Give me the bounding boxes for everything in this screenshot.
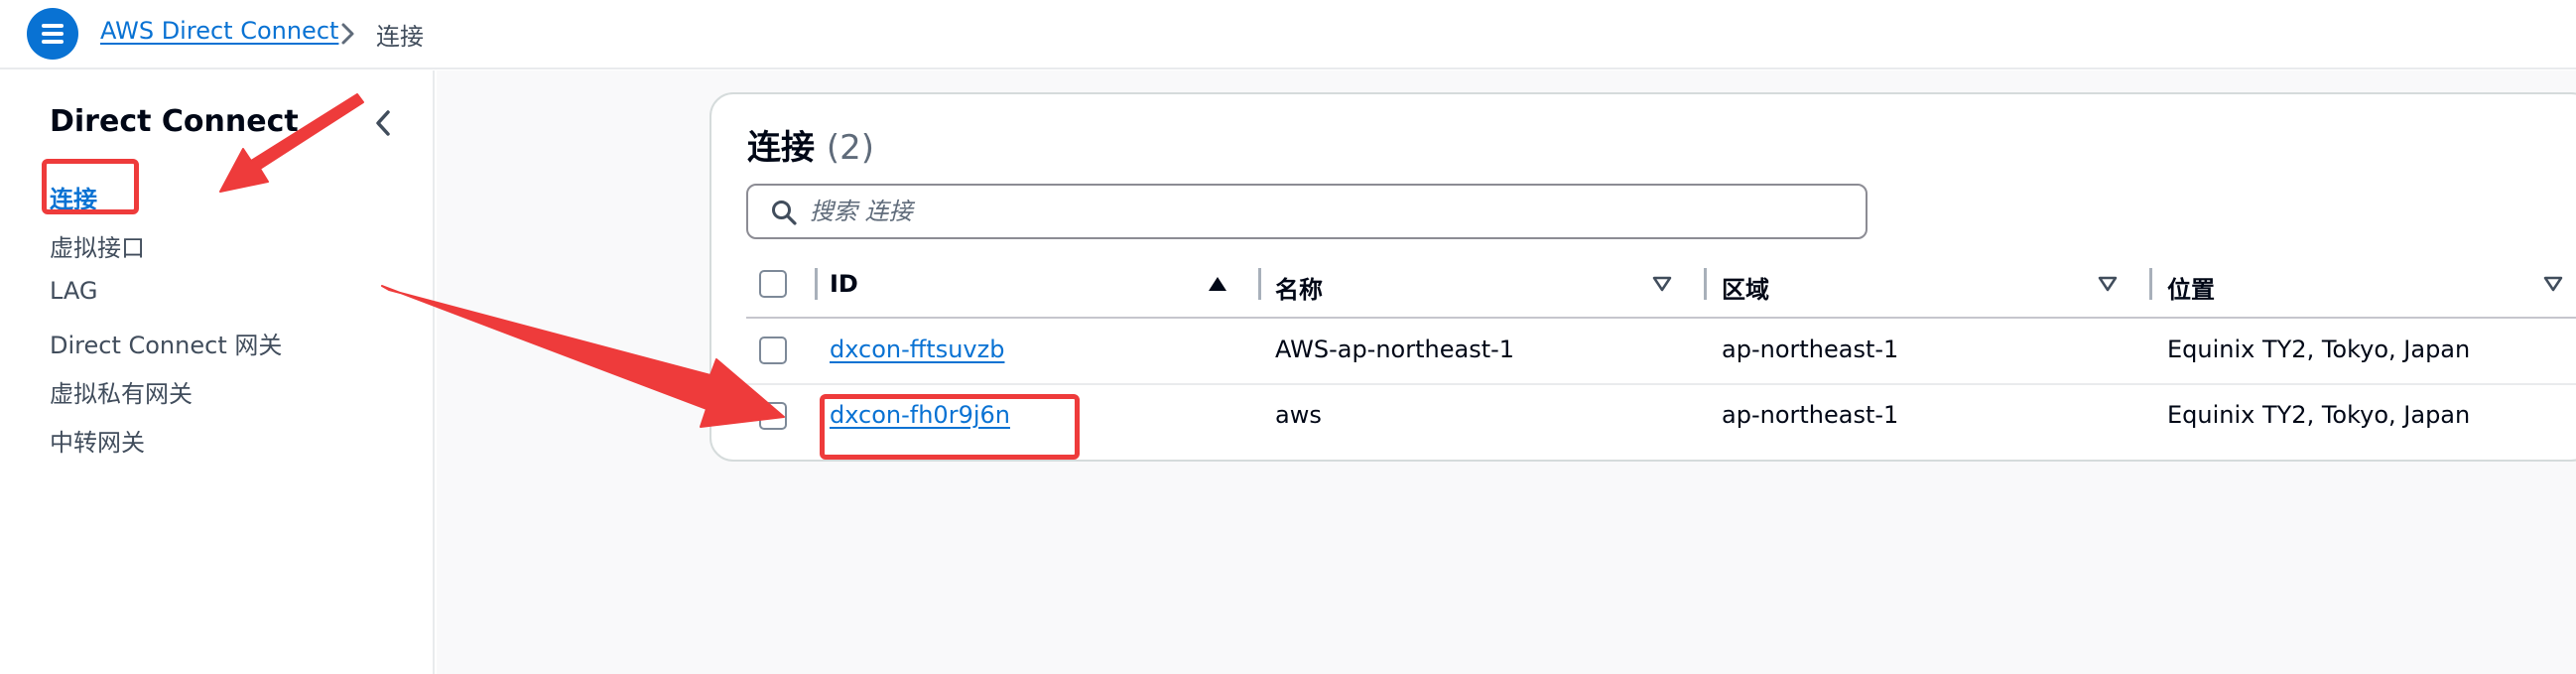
search-input[interactable] [810, 190, 1852, 233]
breadcrumb-current: 连接 [376, 23, 424, 51]
sidebar-item-virtual-interfaces[interactable]: 虚拟接口 [50, 228, 145, 263]
connection-location: Equinix TY2, Tokyo, Japan [2167, 336, 2471, 363]
column-header-region[interactable]: 区域 [1722, 270, 1769, 305]
sidebar-item-virtual-private-gateways[interactable]: 虚拟私有网关 [50, 374, 193, 409]
connection-name: AWS-ap-northeast-1 [1275, 336, 1515, 363]
side-navigation-title: Direct Connect [50, 104, 299, 139]
chevron-right-icon [341, 23, 354, 45]
top-navigation-bar: AWS Direct Connect 连接 [0, 0, 2576, 69]
sort-descending-icon[interactable] [2098, 276, 2118, 292]
connection-region: ap-northeast-1 [1722, 336, 1899, 363]
column-header-name[interactable]: 名称 [1275, 270, 1323, 305]
connection-id-link[interactable]: dxcon-fh0r9j6n [830, 401, 1010, 429]
row-divider [746, 383, 2576, 385]
side-navigation: Direct Connect 连接 虚拟接口 LAG Direct Connec… [0, 70, 435, 674]
sort-descending-icon[interactable] [1652, 276, 1672, 292]
chevron-left-icon[interactable] [371, 108, 395, 138]
connection-region: ap-northeast-1 [1722, 401, 1899, 429]
connection-id-link[interactable]: dxcon-fftsuvzb [830, 336, 1004, 363]
column-divider [815, 268, 818, 300]
breadcrumb-service-link[interactable]: AWS Direct Connect [100, 17, 338, 45]
row-select-checkbox[interactable] [759, 337, 787, 364]
connection-location: Equinix TY2, Tokyo, Japan [2167, 401, 2471, 429]
sidebar-item-connections[interactable]: 连接 [50, 180, 97, 214]
header-divider [746, 317, 2576, 319]
connection-name: aws [1275, 401, 1322, 429]
table-title-text: 连接 [747, 128, 815, 168]
main-content: 连接 (2) ID 名称 区域 位置 [437, 70, 2576, 674]
column-divider [1704, 268, 1707, 300]
sidebar-item-direct-connect-gateways[interactable]: Direct Connect 网关 [50, 326, 282, 360]
menu-icon[interactable] [27, 8, 78, 60]
connections-table-container: 连接 (2) ID 名称 区域 位置 [709, 92, 2576, 462]
column-divider [1258, 268, 1261, 300]
sort-ascending-icon[interactable] [1208, 276, 1227, 292]
search-icon [772, 201, 797, 225]
sidebar-item-lag[interactable]: LAG [50, 277, 98, 305]
table-title: 连接 (2) [747, 120, 874, 169]
search-box [746, 184, 1868, 239]
table-item-count: (2) [826, 128, 875, 168]
column-divider [2149, 268, 2152, 300]
sidebar-item-transit-gateways[interactable]: 中转网关 [50, 423, 145, 458]
column-header-location[interactable]: 位置 [2167, 270, 2215, 305]
select-all-checkbox[interactable] [759, 270, 787, 298]
sort-descending-icon[interactable] [2543, 276, 2563, 292]
column-header-id[interactable]: ID [830, 270, 858, 298]
row-select-checkbox[interactable] [759, 402, 787, 430]
